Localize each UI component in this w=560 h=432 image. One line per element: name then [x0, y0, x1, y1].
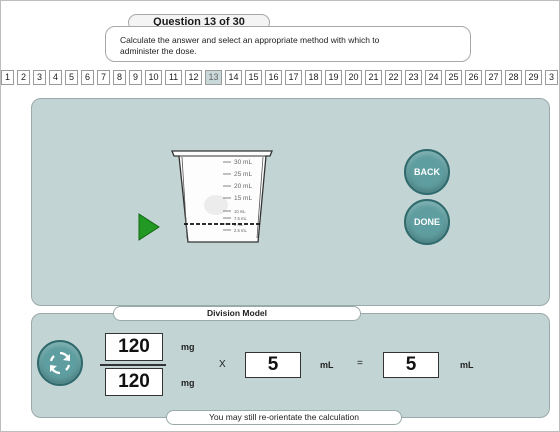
result-unit: mL [460, 360, 474, 370]
question-number-28[interactable]: 28 [505, 70, 522, 85]
question-number-17[interactable]: 17 [285, 70, 302, 85]
numerator-field[interactable]: 120 [105, 333, 163, 361]
multiply-sign: X [219, 359, 226, 370]
numerator-unit: mg [181, 342, 195, 352]
question-number-2[interactable]: 2 [17, 70, 30, 85]
refresh-icon [49, 351, 71, 375]
question-number-14[interactable]: 14 [225, 70, 242, 85]
question-number-strip: 1 2 3 4 5 6 7 8 9 10 11 12 13 14 15 16 17 18 19 20 21 22 23 24 2… [0, 70, 560, 85]
question-number-9[interactable]: 9 [129, 70, 142, 85]
question-number-20[interactable]: 20 [345, 70, 362, 85]
question-number-13[interactable]: 13 [205, 70, 222, 85]
cup-marking-label: 7.5 mL [234, 216, 247, 221]
equals-sign: = [357, 358, 363, 369]
cup-marking-label: 20 mL [234, 183, 252, 190]
volume-unit: mL [320, 360, 334, 370]
cup-marking-label: 10 mL [234, 209, 246, 214]
question-number-6[interactable]: 6 [81, 70, 94, 85]
question-number-4[interactable]: 4 [49, 70, 62, 85]
reorient-note: You may still re-orientate the calculati… [166, 410, 402, 425]
question-number-3[interactable]: 3 [33, 70, 46, 85]
cup-marking-label: 15 mL [234, 195, 252, 202]
cup-marking-label: 25 mL [234, 171, 252, 178]
play-icon[interactable] [138, 213, 160, 241]
question-number-12[interactable]: 12 [185, 70, 202, 85]
question-number-25[interactable]: 25 [445, 70, 462, 85]
question-prompt-line-2: administer the dose. [120, 46, 197, 56]
question-number-29[interactable]: 29 [525, 70, 542, 85]
division-model-label: Division Model [113, 306, 361, 321]
cup-marking-label: 2.5 mL [234, 228, 247, 233]
question-number-11[interactable]: 11 [165, 70, 182, 85]
question-number-19[interactable]: 19 [325, 70, 342, 85]
reorient-button[interactable] [37, 340, 83, 386]
volume-field[interactable]: 5 [245, 352, 301, 378]
question-number-22[interactable]: 22 [385, 70, 402, 85]
denominator-field[interactable]: 120 [105, 368, 163, 396]
cup-marking-label: 30 mL [234, 159, 252, 166]
done-button[interactable]: DONE [404, 199, 450, 245]
back-button[interactable]: BACK [404, 149, 450, 195]
measuring-cup: 30 mL25 mL20 mL15 mL10 mL7.5 mL5 mL2.5 m… [171, 150, 273, 243]
question-prompt: Calculate the answer and select an appro… [105, 26, 471, 62]
question-number-5[interactable]: 5 [65, 70, 78, 85]
question-number-1[interactable]: 1 [1, 70, 14, 85]
question-number-16[interactable]: 16 [265, 70, 282, 85]
question-number-24[interactable]: 24 [425, 70, 442, 85]
question-number-10[interactable]: 10 [145, 70, 162, 85]
result-field[interactable]: 5 [383, 352, 439, 378]
question-number-15[interactable]: 15 [245, 70, 262, 85]
question-number-27[interactable]: 27 [485, 70, 502, 85]
question-number-18[interactable]: 18 [305, 70, 322, 85]
question-prompt-line-1: Calculate the answer and select an appro… [120, 35, 380, 45]
question-number-8[interactable]: 8 [113, 70, 126, 85]
question-number-21[interactable]: 21 [365, 70, 382, 85]
question-number-7[interactable]: 7 [97, 70, 110, 85]
question-number-23[interactable]: 23 [405, 70, 422, 85]
question-number-3[interactable]: 3 [545, 70, 558, 85]
question-number-26[interactable]: 26 [465, 70, 482, 85]
fraction-line [100, 364, 166, 366]
dose-panel [31, 98, 550, 306]
denominator-unit: mg [181, 378, 195, 388]
